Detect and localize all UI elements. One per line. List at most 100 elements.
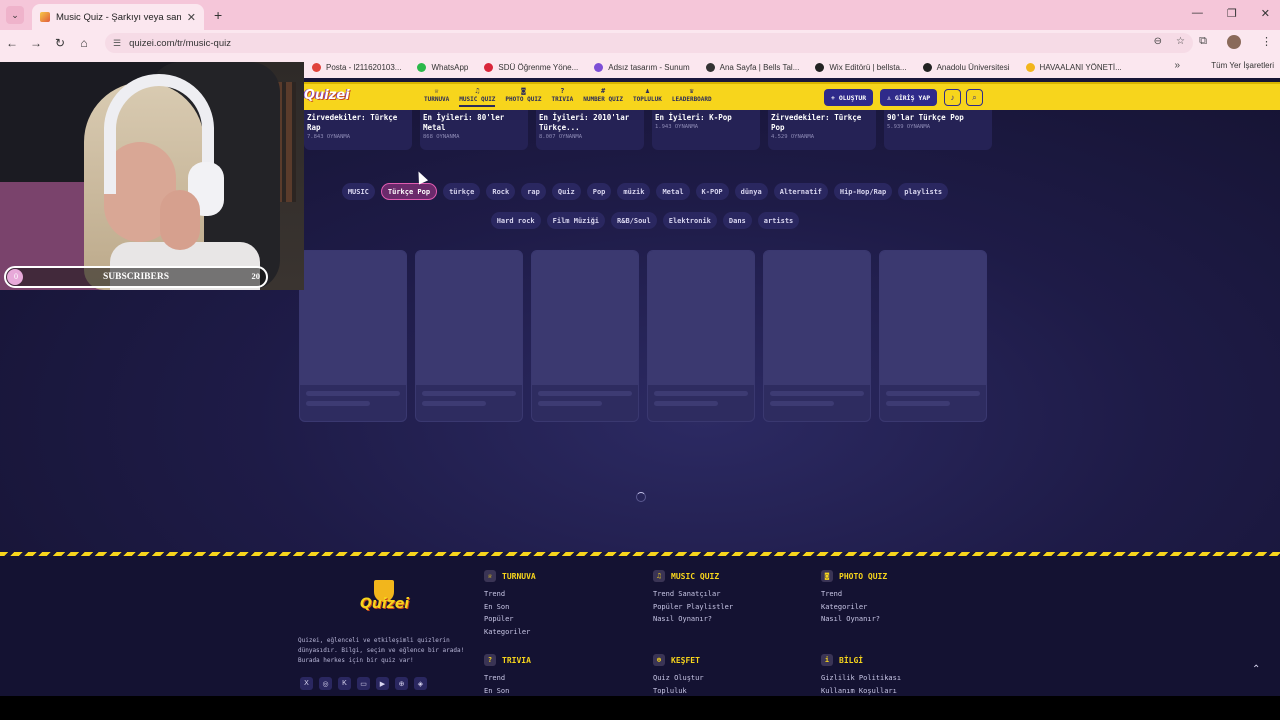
category-chip[interactable]: artists xyxy=(757,212,800,229)
category-chip[interactable]: Dans xyxy=(722,212,752,229)
search-button[interactable]: ⌕ xyxy=(966,89,983,106)
footer-link[interactable]: Trend xyxy=(821,588,887,601)
category-chip[interactable]: MUSIC xyxy=(341,183,375,200)
category-chip[interactable]: Elektronik xyxy=(662,212,717,229)
playlist-card[interactable]: Zirvedekiler: Türkçe Pop 4.529 OYNANMA xyxy=(768,110,876,150)
notifications-button[interactable]: ♪ xyxy=(944,89,961,106)
webcam-overlay xyxy=(0,62,304,290)
footer-heading-label: MUSIC QUIZ xyxy=(671,571,720,581)
tab-close-icon[interactable]: ✕ xyxy=(187,11,196,24)
browser-tab-bar: ⌄ Music Quiz - Şarkıyı veya sanat ✕ + — … xyxy=(0,0,1280,30)
footer-column-trivia: ? TRIVIA Trend En Son xyxy=(484,654,531,696)
category-chip[interactable]: dünya xyxy=(734,183,768,200)
minimize-icon[interactable]: — xyxy=(1192,7,1203,20)
category-chip[interactable]: Film Müziği xyxy=(546,212,606,229)
x-icon[interactable]: X xyxy=(300,677,313,690)
tab-search-button[interactable]: ⌄ xyxy=(6,6,24,24)
bookmark-star-icon[interactable]: ☆ xyxy=(1176,36,1185,47)
footer-link[interactable]: Trend xyxy=(484,672,531,685)
footer-link[interactable]: Popüler Playlistler xyxy=(653,601,733,614)
instagram-icon[interactable]: ◎ xyxy=(319,677,332,690)
footer-link[interactable]: En Son xyxy=(484,685,531,697)
url-field[interactable]: ☰ quizei.com/tr/music-quiz ⊖ ☆ xyxy=(105,33,1193,53)
category-chip[interactable]: müzik xyxy=(617,183,651,200)
menu-item-music-quiz[interactable]: ♫ MUSIC QUIZ xyxy=(459,87,496,107)
menu-item-leaderboard[interactable]: ♛ LEADERBOARD xyxy=(672,87,712,107)
scroll-top-icon[interactable]: ⌃ xyxy=(1252,664,1260,675)
footer-link[interactable]: Gizlilik Politikası xyxy=(821,672,901,685)
bookmark-item[interactable]: Ana Sayfa | Bells Tal... xyxy=(705,62,799,72)
profile-avatar[interactable] xyxy=(1227,35,1241,49)
category-chip[interactable]: R&B/Soul xyxy=(611,212,657,229)
restore-icon[interactable]: ❐ xyxy=(1227,7,1237,20)
back-icon[interactable]: ← xyxy=(0,36,24,50)
forward-icon[interactable]: → xyxy=(24,36,48,50)
playlist-card[interactable]: En İyileri: 2010'lar Türkçe... 8.007 OYNA… xyxy=(536,110,644,150)
youtube-icon[interactable]: ▶ xyxy=(376,677,389,690)
category-chip[interactable]: Hard rock xyxy=(490,212,541,229)
footer-link[interactable]: Nasıl Oynanır? xyxy=(653,613,733,626)
browser-tab[interactable]: Music Quiz - Şarkıyı veya sanat ✕ xyxy=(32,4,204,30)
login-button[interactable]: ♙ GİRİŞ YAP xyxy=(880,89,938,106)
footer-link[interactable]: Trend xyxy=(484,588,536,601)
footer-link[interactable]: Kategoriler xyxy=(484,626,536,639)
kick-icon[interactable]: K xyxy=(338,677,351,690)
zoom-icon[interactable]: ⊖ xyxy=(1154,36,1162,47)
category-chip[interactable]: Pop xyxy=(586,183,612,200)
web-icon[interactable]: ⊕ xyxy=(395,677,408,690)
footer-link[interactable]: En Son xyxy=(484,601,536,614)
bookmark-item[interactable]: WhatsApp xyxy=(417,62,468,72)
twitch-icon[interactable]: ▭ xyxy=(357,677,370,690)
category-chip[interactable]: Türkçe Pop xyxy=(380,183,438,200)
playlist-card[interactable]: En İyileri: K-Pop 1.943 OYNANMA xyxy=(652,110,760,150)
reload-icon[interactable]: ↻ xyxy=(48,36,72,50)
footer-link[interactable]: Topluluk xyxy=(653,685,704,697)
subscriber-goal-label: SUBSCRIBERS xyxy=(103,272,169,282)
category-chip[interactable]: Rock xyxy=(486,183,516,200)
discord-icon[interactable]: ◈ xyxy=(414,677,427,690)
category-chip[interactable]: rap xyxy=(521,183,546,200)
footer-link[interactable]: Kategoriler xyxy=(821,601,887,614)
playlist-card[interactable]: En İyileri: 80'ler Metal 868 OYNANMA xyxy=(420,110,528,150)
footer-link[interactable]: Nasıl Oynanır? xyxy=(821,613,887,626)
site-info-icon[interactable]: ☰ xyxy=(113,38,121,49)
category-chip[interactable]: Alternatif xyxy=(773,183,828,200)
footer-link[interactable]: Quiz Oluştur xyxy=(653,672,704,685)
footer-link[interactable]: Popüler xyxy=(484,613,536,626)
category-chip[interactable]: playlists xyxy=(898,183,949,200)
footer-link[interactable]: Kullanım Koşulları xyxy=(821,685,901,697)
home-icon[interactable]: ⌂ xyxy=(72,36,96,50)
skeleton-line xyxy=(538,391,632,396)
category-chip[interactable]: Metal xyxy=(656,183,690,200)
category-chip[interactable]: Quiz xyxy=(551,183,581,200)
playlist-card[interactable]: 90'lar Türkçe Pop 5.939 OYNANMA xyxy=(884,110,992,150)
bookmark-item[interactable]: SDÜ Öğrenme Yöne... xyxy=(484,62,578,72)
menu-item-topluluk[interactable]: ♟ TOPLULUK xyxy=(633,87,662,107)
create-button[interactable]: + OLUŞTUR xyxy=(824,89,874,106)
playlist-card[interactable]: Zirvedekiler: Türkçe Rap 7.843 OYNANMA xyxy=(304,110,412,150)
address-toolbar: ← → ↻ ⌂ ☰ quizei.com/tr/music-quiz ⊖ ☆ ⧉… xyxy=(0,30,1280,56)
new-tab-button[interactable]: + xyxy=(214,7,222,23)
bookmark-item[interactable]: Adsız tasarım - Sunum xyxy=(594,62,690,72)
site-logo[interactable]: Quizei xyxy=(304,88,350,103)
category-chip[interactable]: Hip-Hop/Rap xyxy=(833,183,893,200)
bookmarks-overflow-icon[interactable]: » xyxy=(1174,60,1180,71)
category-chip[interactable]: K-POP xyxy=(695,183,729,200)
menu-item-turnuva[interactable]: ♕ TURNUVA xyxy=(424,87,449,107)
users-icon: ♟ xyxy=(645,87,650,95)
menu-item-trivia[interactable]: ? TRIVIA xyxy=(552,87,574,107)
browser-menu-icon[interactable]: ⋮ xyxy=(1261,35,1272,49)
playlist-title: En İyileri: K-Pop xyxy=(655,113,732,122)
extensions-icon[interactable]: ⧉ xyxy=(1199,35,1207,49)
footer-link[interactable]: Trend Sanatçılar xyxy=(653,588,733,601)
close-window-icon[interactable]: ✕ xyxy=(1261,7,1270,20)
bookmark-item[interactable]: HAVAALANI YÖNETİ... xyxy=(1025,62,1122,72)
menu-item-photo-quiz[interactable]: ◙ PHOTO QUIZ xyxy=(505,87,541,107)
footer-heading-label: KEŞFET xyxy=(671,655,700,665)
bookmark-item[interactable]: Wix Editörü | bellsta... xyxy=(815,62,907,72)
category-chip[interactable]: türkçe xyxy=(443,183,481,200)
menu-item-number-quiz[interactable]: # NUMBER QUIZ xyxy=(583,87,623,107)
all-bookmarks-button[interactable]: Tüm Yer İşaretleri xyxy=(1211,61,1274,70)
bookmark-item[interactable]: Posta - l211620103... xyxy=(312,62,401,72)
bookmark-item[interactable]: Anadolu Üniversitesi xyxy=(922,62,1010,72)
